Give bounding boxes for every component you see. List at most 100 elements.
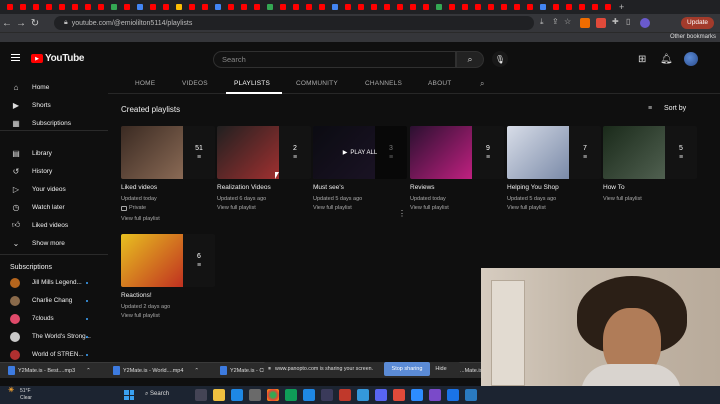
subscription-item[interactable]: Jill Mills Legend... [0,276,108,290]
sidebar-item-history[interactable]: ↺ History [0,164,108,178]
address-bar[interactable]: 🔒︎ youtube.com/@emiolilton5114/playlists [54,16,534,30]
browser-tab[interactable] [563,2,575,12]
playlist-thumbnail[interactable]: 2 ≡ [217,126,311,179]
view-full-playlist-link[interactable]: View full playlist [121,313,160,319]
chevron-up-icon[interactable]: ⌃ [86,368,91,374]
view-full-playlist-link[interactable]: View full playlist [507,205,546,211]
browser-tab[interactable] [589,2,601,12]
browser-tab[interactable] [498,2,510,12]
more-options-icon[interactable]: ⋮ [398,209,406,218]
tab-about[interactable]: ABOUT [428,80,451,87]
sort-icon[interactable]: ≡ [648,105,652,112]
browser-tab[interactable] [303,2,315,12]
discord-icon[interactable] [375,389,387,401]
browser-tab[interactable] [277,2,289,12]
share-icon[interactable]: ⇪ [552,17,559,26]
taskbar-search[interactable]: ⌕ Search [145,391,169,398]
notifications-bell-icon[interactable]: 🔔︎ [660,54,673,65]
zoom-icon[interactable] [411,389,423,401]
browser-tab[interactable] [43,2,55,12]
browser-tab[interactable] [381,2,393,12]
side-panel-icon[interactable]: ▯ [626,17,630,26]
tab-community[interactable]: COMMUNITY [296,80,338,87]
playlist-thumbnail[interactable]: 9 ≡ [410,126,504,179]
browser-tab[interactable] [355,2,367,12]
browser-tab[interactable] [420,2,432,12]
edge-icon[interactable] [285,389,297,401]
playlist-title[interactable]: Liked videos [121,184,157,191]
browser-tab[interactable] [602,2,614,12]
browser-tab[interactable] [212,2,224,12]
app-icon[interactable] [231,389,243,401]
reload-icon[interactable]: ↻ [28,18,42,29]
hide-button[interactable]: Hide [432,362,450,376]
sidebar-item-home[interactable]: ⌂ Home [0,80,108,94]
playlist-thumbnail[interactable]: 3≡▶PLAY ALL [313,126,407,179]
subscription-item[interactable]: Charlie Chang [0,294,108,308]
subscription-item[interactable]: The World's Strong... [0,330,108,344]
puzzle-extensions-icon[interactable]: ✚ [612,17,619,26]
app-icon[interactable] [249,389,261,401]
browser-tab[interactable] [186,2,198,12]
browser-tab[interactable] [238,2,250,12]
subscription-item[interactable]: 7clouds [0,312,108,326]
browser-tab[interactable] [524,2,536,12]
view-full-playlist-link[interactable]: View full playlist [603,196,642,202]
playlist-thumbnail[interactable]: 7 ≡ [507,126,601,179]
app-icon[interactable] [465,389,477,401]
browser-tab[interactable] [485,2,497,12]
app-icon[interactable] [339,389,351,401]
browser-tab[interactable] [225,2,237,12]
browser-tab[interactable] [95,2,107,12]
browser-tab[interactable] [173,2,185,12]
browser-tab[interactable] [160,2,172,12]
browser-tab[interactable] [316,2,328,12]
other-bookmarks[interactable]: Other bookmarks [670,34,716,40]
stop-sharing-button[interactable]: Stop sharing [384,362,430,376]
file-explorer-icon[interactable] [213,389,225,401]
playlist-thumbnail[interactable]: 51 ≡ [121,126,215,179]
download-icon[interactable]: ⤓ [540,17,544,27]
chevron-up-icon[interactable]: ⌃ [194,368,199,374]
browser-tab[interactable] [472,2,484,12]
profile-avatar[interactable] [640,18,650,28]
view-full-playlist-link[interactable]: View full playlist [410,205,449,211]
youtube-logo[interactable]: ▶ YouTube [31,53,85,64]
update-button[interactable]: Update [681,17,714,29]
chrome-icon[interactable] [267,389,279,401]
browser-tab[interactable] [342,2,354,12]
view-full-playlist-link[interactable]: View full playlist [121,216,160,222]
browser-tab[interactable] [108,2,120,12]
app-icon[interactable] [393,389,405,401]
subscription-item[interactable]: World of STREN... [0,348,108,362]
view-full-playlist-link[interactable]: View full playlist [217,205,256,211]
playlist-title[interactable]: Helping You Shop [507,184,559,191]
download-item[interactable]: Y2Mate.is - World....mp4 ⌃ [113,366,199,375]
playlist-thumbnail[interactable]: 6 ≡ [121,234,215,287]
weather-widget[interactable]: ☀ 51°F Clear [8,387,32,401]
download-item[interactable]: Y2Mate.is - Cl... [220,366,269,375]
bookmark-star-icon[interactable]: ☆ [564,17,571,26]
playlist-title[interactable]: Realization Videos [217,184,271,191]
tab-playlists[interactable]: PLAYLISTS [234,80,270,87]
browser-tab[interactable] [69,2,81,12]
tab-home[interactable]: HOME [135,80,155,87]
browser-tab[interactable] [511,2,523,12]
download-item[interactable]: Y2Mate.is - Best....mp3 ⌃ [8,366,91,375]
playlist-title[interactable]: How To [603,184,625,191]
app-icon[interactable] [321,389,333,401]
browser-tab[interactable] [368,2,380,12]
sidebar-item-show-more[interactable]: ⌄ Show more [0,236,108,250]
browser-tab[interactable] [134,2,146,12]
app-icon[interactable] [357,389,369,401]
account-avatar[interactable] [684,52,698,66]
sidebar-item-shorts[interactable]: ▶ Shorts [0,98,108,112]
playlist-title[interactable]: Reactions! [121,292,152,299]
forward-icon[interactable]: → [14,18,28,29]
voice-search-icon[interactable]: 🎙︎ [492,51,508,67]
browser-tab[interactable] [56,2,68,12]
hamburger-menu-icon[interactable] [11,54,20,63]
browser-tab[interactable] [290,2,302,12]
browser-tab[interactable] [446,2,458,12]
windows-start-icon[interactable] [124,390,134,400]
